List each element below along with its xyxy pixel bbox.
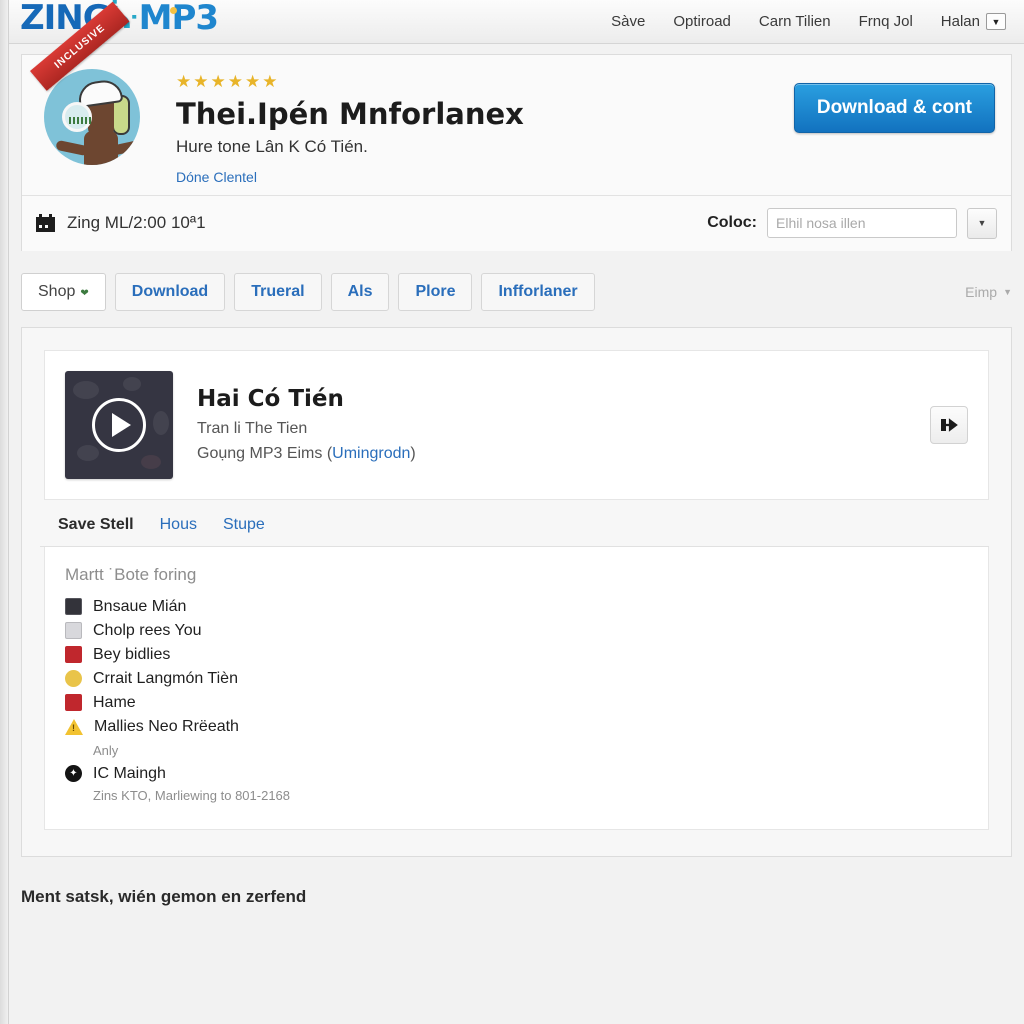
list-item[interactable]: Hame [65, 691, 968, 715]
badge-icon [65, 646, 82, 664]
hero-text-block: ★★★★★★ Thei.Ipén Mnforlanex Hure tone Lâ… [156, 69, 794, 185]
list-item[interactable]: Mallies Neo Rrëeath [65, 715, 968, 739]
compass-icon: ✦ [65, 765, 82, 783]
logo-text-mp3: MP3 [138, 0, 219, 38]
subtab-hous[interactable]: Hous [160, 516, 197, 534]
subtab-stupe[interactable]: Stupe [223, 516, 265, 534]
sign-in-arrow-icon[interactable] [930, 405, 968, 444]
song-info: Hai Có Tién Tran li The Tien Goụng MP3 E… [173, 386, 930, 463]
list-item-label: Bnsaue Mián [93, 597, 187, 615]
nav-item-carn-tilien[interactable]: Carn Tilien [759, 13, 831, 30]
list-item[interactable]: Bnsaue Mián [65, 595, 968, 619]
list-item-label: Cholp rees You [93, 621, 202, 639]
album-art[interactable] [65, 370, 173, 479]
song-meta-prefix: Goụng MP3 Eims ( [197, 445, 333, 463]
tab-als[interactable]: Als [330, 272, 390, 311]
top-navigation: Sàve Optiroad Carn Tilien Frnq Jol Halan… [611, 13, 1006, 30]
list-item[interactable]: Bey bidlies [65, 643, 968, 667]
hero-link[interactable]: Dóne Clentel [176, 169, 794, 185]
nav-item-halan[interactable]: Halan ▼ [941, 13, 1006, 30]
logo-dot-icon [170, 6, 177, 14]
arrow-into-box-glyph [941, 418, 958, 432]
page-root: ZINGᓾMP3 Sàve Optiroad Carn Tilien Frnq … [9, 0, 1024, 1024]
tab-plore[interactable]: Plore [398, 272, 473, 311]
tab-shop-label: Shop [38, 282, 76, 300]
footer-text: Ment satsk, wién gemon en zerfend [21, 886, 307, 906]
list-item-label: Hame [93, 693, 136, 711]
top-bar: ZINGᓾMP3 Sàve Optiroad Carn Tilien Frnq … [9, 0, 1024, 44]
download-button[interactable]: Download & cont [793, 83, 995, 133]
hero-top: INCLUSIVE ★★★★★★ Thei.Ipén Mnforlanex Hu… [22, 1, 1011, 195]
nav-item-frnq-jol[interactable]: Frnq Jol [859, 13, 913, 30]
chevron-down-icon: ▼ [1003, 286, 1012, 297]
tab-row-dropdown-label: Eimp [965, 283, 998, 300]
left-edge-strip [0, 0, 9, 1024]
coloc-dropdown-button[interactable]: ▼ [967, 207, 997, 239]
calculator-icon [65, 598, 82, 616]
warning-icon [65, 718, 83, 735]
play-icon[interactable] [92, 397, 146, 452]
tab-infforlaner[interactable]: Infforlaner [481, 272, 595, 311]
subtab-save-stell[interactable]: Save Stell [58, 516, 134, 534]
tab-row: Shop ❤ Download Trueral Als Plore Infforl… [21, 272, 1012, 311]
sub-tab-row: Save Stell Hous Stupe [40, 500, 989, 547]
list-panel: Martt ˙Bote foring Bnsaue Mián Cholp ree… [44, 546, 989, 830]
coloc-group: Coloc: ▼ [707, 207, 997, 239]
list-item[interactable]: Cholp rees You [65, 619, 968, 643]
song-title: Hai Có Tién [197, 386, 344, 413]
calendar-icon [36, 214, 55, 233]
coin-icon [65, 670, 82, 688]
nav-item-halan-label: Halan [940, 13, 980, 30]
list-item[interactable]: ✦ IC Maingh [65, 762, 968, 786]
hero-info-bar: Zing ML/2:00 10ª1 Coloc: ▼ [22, 194, 1011, 251]
list-item-label: Crrait Langmón Tièn [93, 669, 238, 687]
song-meta: Goụng MP3 Eims (Umingrodn) [197, 445, 930, 463]
coloc-label: Coloc: [707, 214, 757, 232]
disc-icon [65, 622, 82, 640]
page-title: Thei.Ipén Mnforlanex [176, 97, 524, 131]
song-meta-link[interactable]: Umingrodn [332, 445, 410, 462]
avatar-wave-icon [69, 117, 91, 124]
tab-trueral[interactable]: Trueral [234, 272, 322, 311]
hero-panel: INCLUSIVE ★★★★★★ Thei.Ipén Mnforlanex Hu… [21, 1, 1012, 251]
nav-item-optiroad[interactable]: Optiroad [673, 13, 731, 30]
list-heading: Martt ˙Bote foring [65, 564, 197, 584]
tab-shop[interactable]: Shop ❤ [21, 272, 106, 311]
main-card: Hai Có Tién Tran li The Tien Goụng MP3 E… [21, 326, 1012, 857]
hero-bar-text: Zing ML/2:00 10ª1 [67, 213, 206, 233]
avatar-container: INCLUSIVE [30, 1, 156, 173]
song-card: Hai Có Tién Tran li The Tien Goụng MP3 E… [44, 349, 989, 500]
badge-icon [65, 694, 82, 712]
chevron-down-icon[interactable]: ▼ [986, 13, 1006, 30]
list-item-label: Mallies Neo Rrëeath [94, 717, 239, 735]
list-note-marliewing: Zins KTO, Marliewing to 801-2168 [93, 787, 291, 803]
tab-download[interactable]: Download [114, 272, 226, 311]
song-artist: Tran li The Tien [197, 420, 308, 438]
avatar [44, 69, 140, 165]
song-meta-suffix: ) [410, 445, 416, 463]
hero-subtitle: Hure tone Lân K Có Tién. [176, 136, 368, 156]
list-item[interactable]: Crrait Langmón Tièn [65, 667, 968, 691]
tab-row-dropdown[interactable]: Eimp ▼ [965, 284, 1012, 300]
coloc-input[interactable] [767, 208, 957, 239]
chevron-down-icon: ❤ [80, 287, 89, 299]
rating-stars: ★★★★★★ [176, 72, 280, 91]
list-item-label: IC Maingh [93, 764, 166, 782]
nav-item-save[interactable]: Sàve [611, 13, 645, 30]
list-item-label: Bey bidlies [93, 645, 171, 663]
list-note-anly: Anly [93, 742, 119, 758]
avatar-mirror-icon [62, 102, 92, 132]
